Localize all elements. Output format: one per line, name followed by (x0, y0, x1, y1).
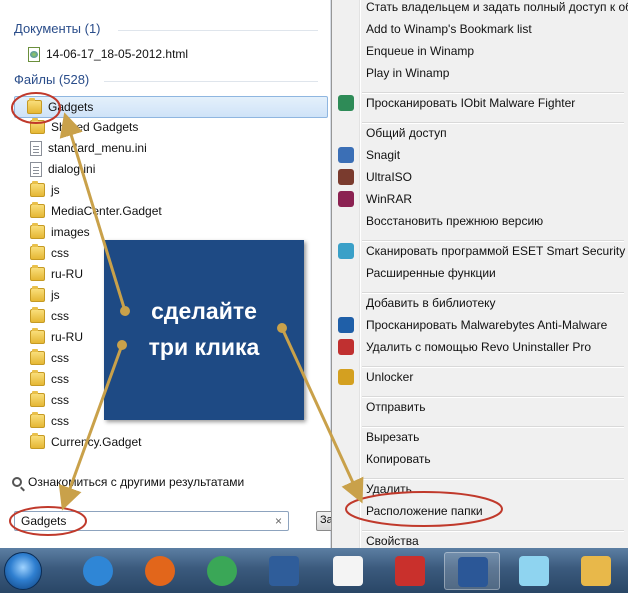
highlight-circle-open-folder-location (345, 491, 503, 527)
taskbar-button[interactable] (70, 552, 126, 590)
firefox-icon (145, 556, 175, 586)
start-button[interactable] (4, 552, 42, 590)
taskbar-button[interactable] (194, 552, 250, 590)
internet-explorer-icon (83, 556, 113, 586)
arrow-to-open-folder-location (280, 327, 364, 504)
taskbar-button[interactable] (506, 552, 562, 590)
app-icon (269, 556, 299, 586)
magnifier-tool-icon (395, 556, 425, 586)
font-viewer-icon (333, 556, 363, 586)
arrow-origin-dot (117, 340, 127, 350)
arrow-to-search (58, 344, 124, 511)
arrow-to-gadgets (59, 112, 127, 312)
arrow-origin-dot (120, 306, 130, 316)
paint-icon (581, 556, 611, 586)
taskbar-button[interactable] (132, 552, 188, 590)
highlight-circle-search (9, 506, 87, 536)
word-icon (458, 557, 488, 587)
chrome-icon (207, 556, 237, 586)
taskbar-button[interactable] (382, 552, 438, 590)
highlight-circle-gadgets (11, 92, 61, 124)
taskbar-button[interactable] (320, 552, 376, 590)
taskbar-button[interactable] (444, 552, 500, 590)
arrow-origin-dot (277, 323, 287, 333)
taskbar-button[interactable] (256, 552, 312, 590)
taskbar (0, 548, 628, 593)
annotation-layer (9, 92, 503, 536)
taskbar-button[interactable] (568, 552, 624, 590)
notepad-icon (519, 556, 549, 586)
